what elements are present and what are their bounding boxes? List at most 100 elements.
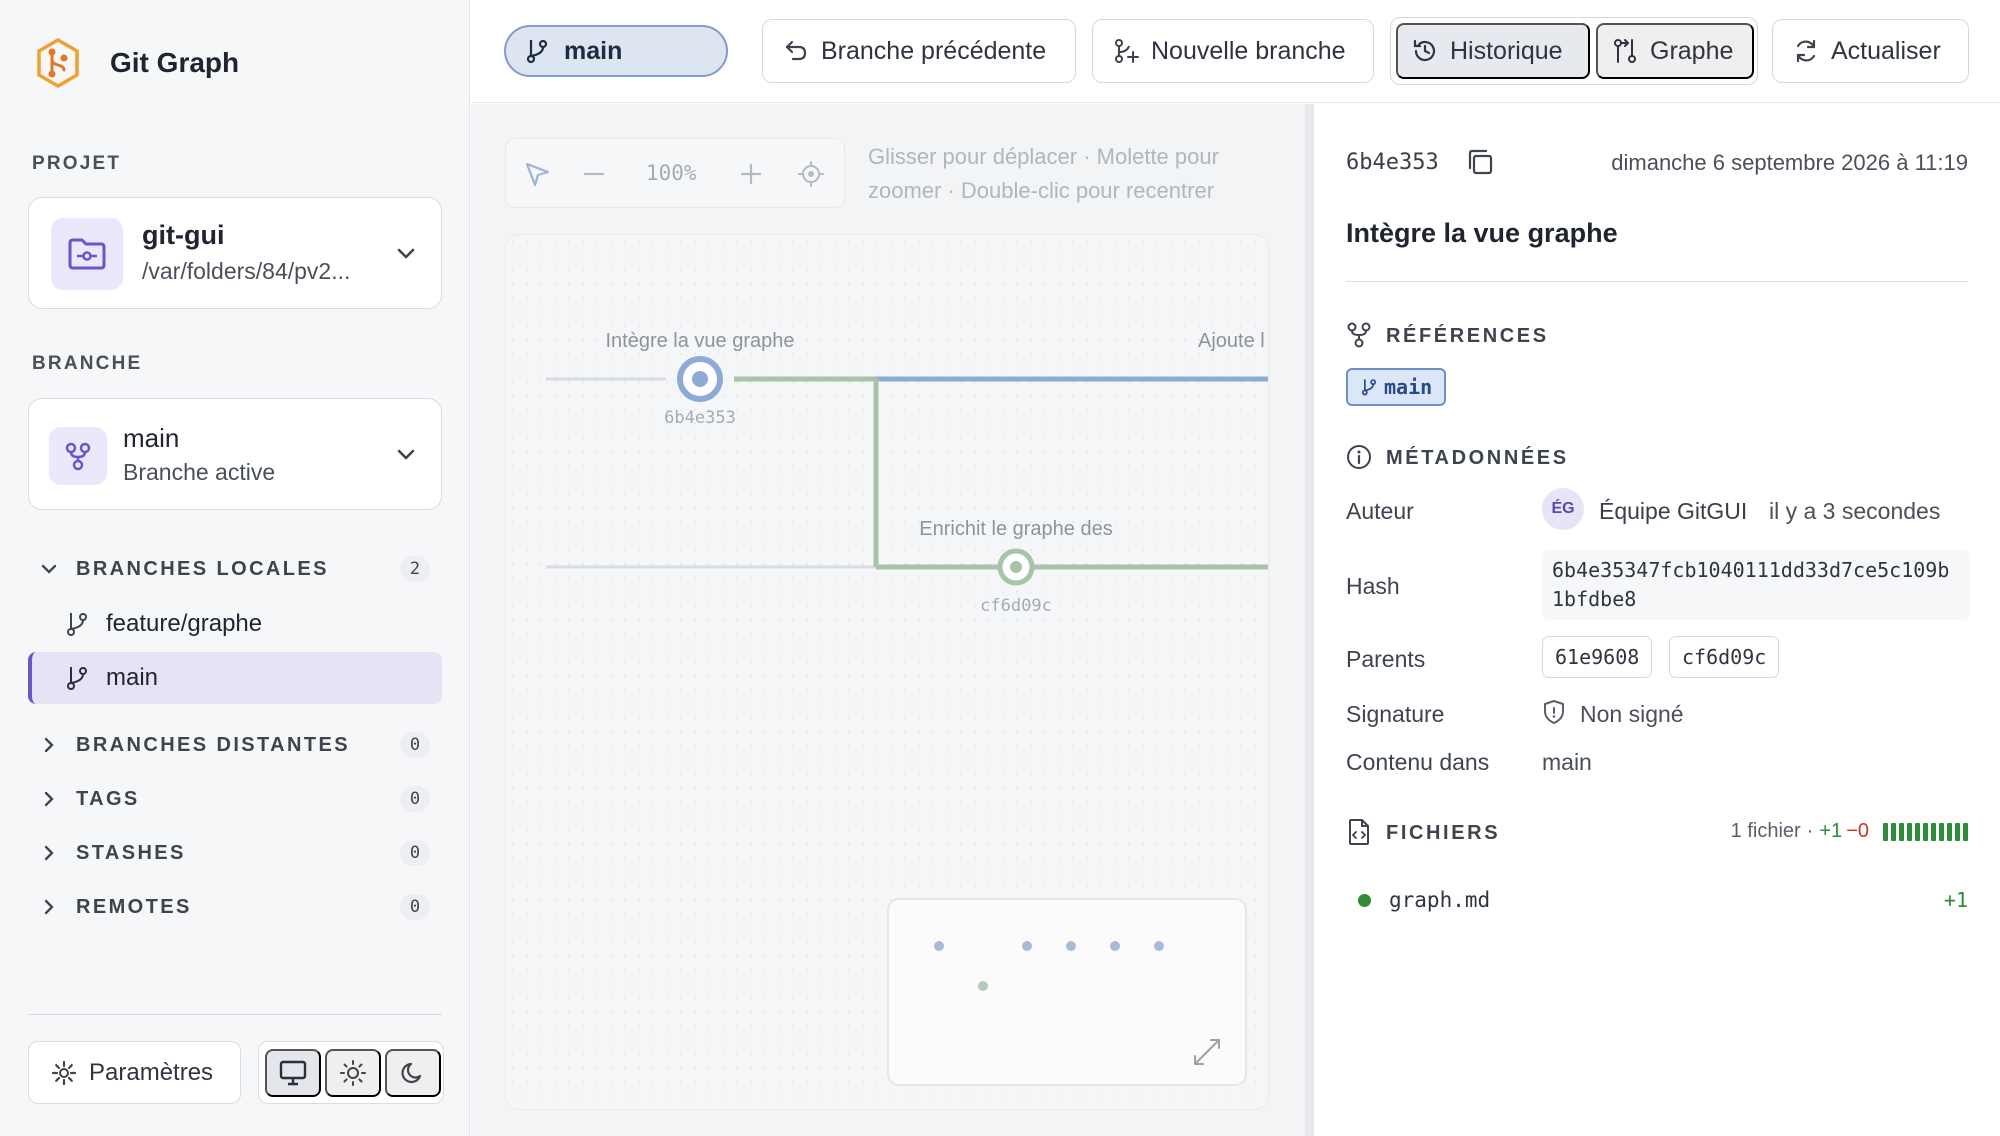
- contained-in-label: Contenu dans: [1346, 749, 1490, 775]
- group-count: 0: [400, 732, 430, 758]
- theme-light-button[interactable]: [325, 1048, 381, 1097]
- moon-icon: [400, 1060, 426, 1086]
- ref-tag-main[interactable]: main: [1346, 368, 1447, 406]
- previous-branch-button[interactable]: Branche précédente: [762, 19, 1076, 83]
- recenter-icon[interactable]: [798, 161, 824, 187]
- git-graph-logo-icon: [36, 38, 80, 88]
- brand: Git Graph: [36, 38, 239, 88]
- graph-hint: Glisser pour déplacer · Molette pour zoo…: [868, 144, 1219, 203]
- commit-message-label: Enrichit le graphe des: [919, 518, 1112, 540]
- git-branch-icon: [1360, 378, 1378, 396]
- group-label: BRANCHES LOCALES: [76, 557, 329, 580]
- commit-node-6b4e353[interactable]: [677, 356, 723, 402]
- file-status-dot: [1358, 893, 1371, 907]
- cursor-icon[interactable]: [524, 161, 552, 189]
- current-branch-label: main: [564, 36, 623, 65]
- theme-dark-button[interactable]: [385, 1048, 441, 1097]
- graph-minimap[interactable]: [887, 898, 1247, 1086]
- group-label: TAGS: [76, 787, 140, 810]
- branch-name: main: [123, 423, 180, 453]
- author-name: Équipe GitGUI: [1599, 498, 1748, 524]
- group-label: BRANCHES DISTANTES: [76, 733, 350, 756]
- branches-icon: [49, 427, 107, 485]
- refresh-icon: [1793, 38, 1819, 64]
- settings-button[interactable]: Paramètres: [28, 1041, 241, 1104]
- zoom-out-icon[interactable]: [584, 172, 604, 176]
- signature-value: Non signé: [1580, 701, 1684, 727]
- zoom-in-icon[interactable]: [741, 164, 761, 184]
- copy-icon[interactable]: [1466, 148, 1494, 176]
- files-deletions: −0: [1846, 820, 1869, 842]
- chevron-down-icon: [395, 242, 417, 264]
- branch-section-label: BRANCHE: [32, 353, 143, 374]
- chevron-right-icon: [40, 736, 64, 754]
- author-avatar: ÉG: [1542, 488, 1584, 530]
- info-icon: [1346, 444, 1372, 470]
- files-summary: 1 fichier · +1 −0: [1731, 820, 1968, 843]
- theme-system-button[interactable]: [265, 1048, 321, 1097]
- app-title: Git Graph: [110, 47, 240, 78]
- new-branch-label: Nouvelle branche: [1151, 36, 1346, 65]
- tab-history[interactable]: Historique: [1396, 23, 1590, 79]
- monitor-icon: [279, 1060, 307, 1086]
- git-branch-icon: [64, 611, 90, 637]
- shield-icon: [1542, 699, 1566, 725]
- git-branch-icon: [64, 665, 90, 691]
- commit-details-panel: 6b4e353 dimanche 6 septembre 2026 à 11:1…: [1314, 104, 2000, 1136]
- sidebar-divider: [28, 1014, 442, 1015]
- zoom-toolbar: 100%: [505, 138, 845, 208]
- zoom-level: 100%: [646, 161, 697, 185]
- group-local-branches[interactable]: BRANCHES LOCALES 2: [28, 547, 442, 591]
- hash-label: Hash: [1346, 573, 1400, 599]
- project-selector[interactable]: git-gui /var/folders/84/pv2...: [28, 197, 442, 309]
- chevron-right-icon: [40, 844, 64, 862]
- new-branch-button[interactable]: Nouvelle branche: [1092, 19, 1374, 83]
- parent-commit-chip[interactable]: cf6d09c: [1669, 636, 1780, 678]
- tab-graph[interactable]: Graphe: [1596, 23, 1754, 79]
- commit-node-cf6d09c[interactable]: [997, 548, 1035, 586]
- details-divider: [1346, 281, 1968, 282]
- minimap-dot: [934, 941, 944, 951]
- parent-commit-chip[interactable]: 61e9608: [1542, 636, 1653, 678]
- project-name: git-gui: [142, 220, 225, 250]
- group-remote-branches[interactable]: BRANCHES DISTANTES 0: [28, 723, 442, 767]
- files-section-label: FICHIERS: [1386, 822, 1501, 844]
- expand-icon[interactable]: [1194, 1039, 1220, 1065]
- diff-stat-bar: [1883, 822, 1968, 841]
- group-count: 0: [400, 894, 430, 920]
- file-row[interactable]: graph.md +1: [1358, 878, 1968, 922]
- branch-item-label: feature/graphe: [106, 610, 263, 637]
- refresh-button[interactable]: Actualiser: [1772, 19, 1969, 83]
- minimap-dot: [1066, 941, 1076, 951]
- folder-icon: [51, 218, 123, 290]
- commit-hash-full[interactable]: 6b4e35347fcb1040111dd33d7ce5c109b1bfdbe8: [1542, 550, 1970, 620]
- sun-icon: [339, 1059, 367, 1087]
- sidebar: Git Graph PROJET git-gui /var/folders/84…: [0, 0, 470, 1136]
- chevron-right-icon: [40, 898, 64, 916]
- git-branch-plus-icon: [1113, 38, 1139, 64]
- files-separator: ·: [1806, 820, 1814, 842]
- minimap-dot: [978, 981, 988, 991]
- gear-icon: [51, 1060, 77, 1086]
- branch-selector[interactable]: main Branche active: [28, 398, 442, 510]
- panel-splitter[interactable]: [1305, 104, 1314, 1136]
- file-additions: +1: [1943, 888, 1968, 912]
- graph-label: Graphe: [1650, 36, 1734, 65]
- sidebar-item-main[interactable]: main: [28, 652, 442, 704]
- group-remotes[interactable]: REMOTES 0: [28, 885, 442, 929]
- project-path: /var/folders/84/pv2...: [142, 258, 351, 284]
- commit-date: dimanche 6 septembre 2026 à 11:19: [1611, 150, 1968, 175]
- toolbar: main Branche précédente Nouvelle branche…: [471, 0, 2000, 103]
- file-code-icon: [1346, 818, 1372, 846]
- file-name: graph.md: [1389, 888, 1491, 912]
- sidebar-item-feature-graphe[interactable]: feature/graphe: [28, 598, 442, 650]
- references-section-label: RÉFÉRENCES: [1386, 325, 1549, 347]
- commit-hash-label: 6b4e353: [664, 408, 736, 428]
- commit-hash-label: cf6d09c: [980, 596, 1052, 616]
- group-count: 0: [400, 786, 430, 812]
- current-branch-pill[interactable]: main: [504, 25, 728, 77]
- minimap-dot: [1110, 941, 1120, 951]
- author-label: Auteur: [1346, 498, 1414, 524]
- group-stashes[interactable]: STASHES 0: [28, 831, 442, 875]
- group-tags[interactable]: TAGS 0: [28, 777, 442, 821]
